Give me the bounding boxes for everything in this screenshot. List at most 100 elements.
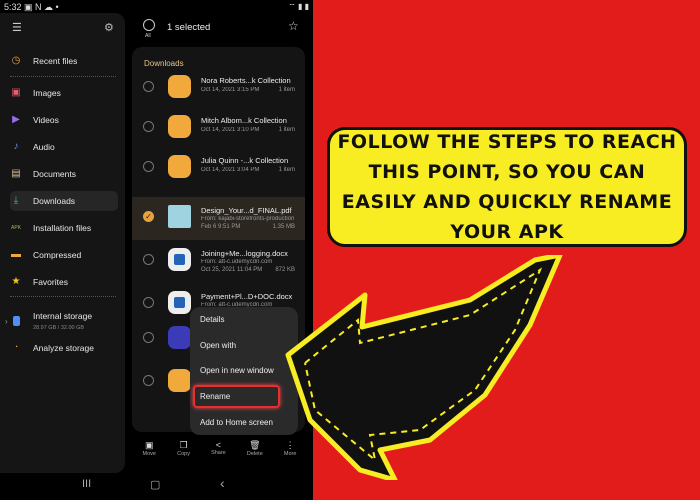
file-row[interactable]: Nora Roberts...k Collection Oct 14, 2021 … <box>132 67 305 110</box>
sidebar-item-label: Recent files <box>33 56 78 66</box>
sidebar-item-audio[interactable]: ♪ Audio <box>10 137 118 157</box>
instruction-callout: Follow the steps to reach this point, so… <box>327 127 687 247</box>
file-size: 1 item <box>278 167 295 173</box>
download-icon: ⤓ <box>13 195 19 206</box>
file-name: Mitch Albom...k Collection <box>201 116 287 125</box>
storage-label: Internal storage <box>33 311 93 321</box>
document-icon: ▤ <box>11 168 21 179</box>
menu-icon[interactable]: ☰ <box>12 21 22 34</box>
callout-text: Follow the steps to reach this point, so… <box>337 131 677 243</box>
file-source: From: kajabi-storefronts-production <box>201 216 295 222</box>
sidebar-item-label: Audio <box>33 142 55 152</box>
action-label: Share <box>211 450 226 456</box>
sidebar-item-favorites[interactable]: ★ Favorites <box>10 272 118 292</box>
file-name: Design_Your...d_FINAL.pdf <box>201 206 292 215</box>
sidebar-item-label: Installation files <box>33 223 92 233</box>
phone-icon <box>13 316 20 326</box>
select-checkbox[interactable]: ✓ <box>143 211 154 222</box>
status-time: 5:32 <box>4 2 22 12</box>
sidebar-item-internal-storage[interactable]: › Internal storage 28.97 GB / 32.00 GB <box>5 308 118 334</box>
share-button[interactable]: < Share <box>211 440 226 468</box>
notification-icons: ▣ N ☁ • <box>24 2 59 12</box>
file-thumbnail <box>168 369 191 392</box>
clock-icon: ◷ <box>11 55 21 66</box>
file-thumbnail <box>168 326 191 349</box>
status-bar: 5:32 ▣ N ☁ • <box>4 2 59 13</box>
image-icon: ▣ <box>11 87 21 98</box>
sidebar-item-label: Videos <box>33 115 59 125</box>
copy-icon: ❐ <box>179 440 188 450</box>
action-label: Move <box>142 451 156 457</box>
file-date: Feb 6 9:51 PM <box>201 224 241 230</box>
rename-highlight <box>193 385 280 408</box>
sidebar-item-analyze-storage[interactable]: ◔ Analyze storage <box>10 338 118 358</box>
select-checkbox[interactable] <box>143 297 154 308</box>
file-name: Nora Roberts...k Collection <box>201 76 291 85</box>
sidebar-item-recent-files[interactable]: ◷ Recent files <box>10 51 118 71</box>
action-label: Copy <box>177 451 190 457</box>
file-size: 1.35 MB <box>272 224 295 230</box>
star-icon[interactable]: ☆ <box>288 19 299 33</box>
sidebar-item-videos[interactable]: ▶ Videos <box>10 110 118 130</box>
select-checkbox[interactable] <box>143 81 154 92</box>
analyze-label: Analyze storage <box>33 343 94 353</box>
divider <box>10 296 116 297</box>
selection-count: 1 selected <box>167 22 211 33</box>
word-icon <box>168 291 191 314</box>
home-button[interactable]: ▢ <box>150 478 160 491</box>
archive-icon: ▬ <box>11 249 21 260</box>
chevron-right-icon: › <box>5 316 8 326</box>
select-checkbox[interactable] <box>143 254 154 265</box>
video-icon: ▶ <box>12 114 20 125</box>
menu-item-details[interactable]: Details <box>200 315 224 324</box>
file-date: Oct 25, 2021 11:04 PM <box>201 267 263 273</box>
action-label: Delete <box>246 451 263 457</box>
phone-screenshot: 5:32 ▣ N ☁ • ⌔ ▮ ▮ ☰ ⚙ ◷ Recent files ▣ Ima… <box>0 0 313 500</box>
analyze-icon: ◔ <box>13 344 19 351</box>
word-icon <box>168 248 191 271</box>
sidebar-item-label: Documents <box>33 169 76 179</box>
sidebar-item-installation-files[interactable]: APK Installation files <box>10 218 118 238</box>
move-button[interactable]: ▣ Move <box>143 440 156 468</box>
select-checkbox[interactable] <box>143 332 154 343</box>
select-checkbox[interactable] <box>143 375 154 386</box>
select-all-label: All <box>145 33 151 39</box>
file-size: 1 item <box>278 127 295 133</box>
menu-item-open-in-new-window[interactable]: Open in new window <box>200 366 274 375</box>
pdf-icon <box>168 205 191 228</box>
folder-icon <box>168 75 191 98</box>
sidebar-drawer: ☰ ⚙ ◷ Recent files ▣ Images ▶ Videos ♪ Audio ▤ Do… <box>0 13 125 473</box>
share-icon: < <box>215 440 222 450</box>
file-name: Julia Quinn -...k Collection <box>201 156 289 165</box>
music-icon: ♪ <box>13 141 19 152</box>
file-row[interactable]: Julia Quinn -...k Collection Oct 14, 2021… <box>132 147 305 190</box>
move-icon: ▣ <box>145 440 154 450</box>
back-button[interactable]: ‹ <box>220 475 225 491</box>
select-all-checkbox[interactable] <box>143 19 155 31</box>
star-icon: ★ <box>11 276 21 287</box>
sidebar-item-downloads[interactable]: ⤓ Downloads <box>10 191 118 211</box>
menu-item-add-to-home-screen[interactable]: Add to Home screen <box>200 418 273 427</box>
file-size: 1 item <box>278 87 295 93</box>
signal-icons: ⌔ ▮ ▮ <box>288 2 309 11</box>
file-row[interactable]: Mitch Albom...k Collection Oct 14, 2021 3… <box>132 107 305 150</box>
arrow-pointer <box>285 255 563 480</box>
file-row[interactable]: ✓ Design_Your...d_FINAL.pdf From: kajabi-… <box>132 197 305 240</box>
apk-icon: APK <box>10 225 21 231</box>
select-checkbox[interactable] <box>143 161 154 172</box>
sidebar-item-documents[interactable]: ▤ Documents <box>10 164 118 184</box>
gear-icon[interactable]: ⚙ <box>104 21 114 34</box>
sidebar-item-images[interactable]: ▣ Images <box>10 83 118 103</box>
select-checkbox[interactable] <box>143 121 154 132</box>
arrow-shape <box>285 255 563 480</box>
folder-icon <box>168 115 191 138</box>
menu-item-open-with[interactable]: Open with <box>200 341 236 350</box>
folder-icon <box>168 155 191 178</box>
sidebar-item-label: Images <box>33 88 61 98</box>
recents-button[interactable]: III <box>82 478 91 490</box>
delete-button[interactable]: 🗑 Delete <box>247 440 263 468</box>
copy-button[interactable]: ❐ Copy <box>177 440 190 468</box>
delete-icon: 🗑 <box>249 440 261 450</box>
sidebar-item-compressed[interactable]: ▬ Compressed <box>10 245 118 265</box>
sidebar-item-label: Favorites <box>33 277 68 287</box>
